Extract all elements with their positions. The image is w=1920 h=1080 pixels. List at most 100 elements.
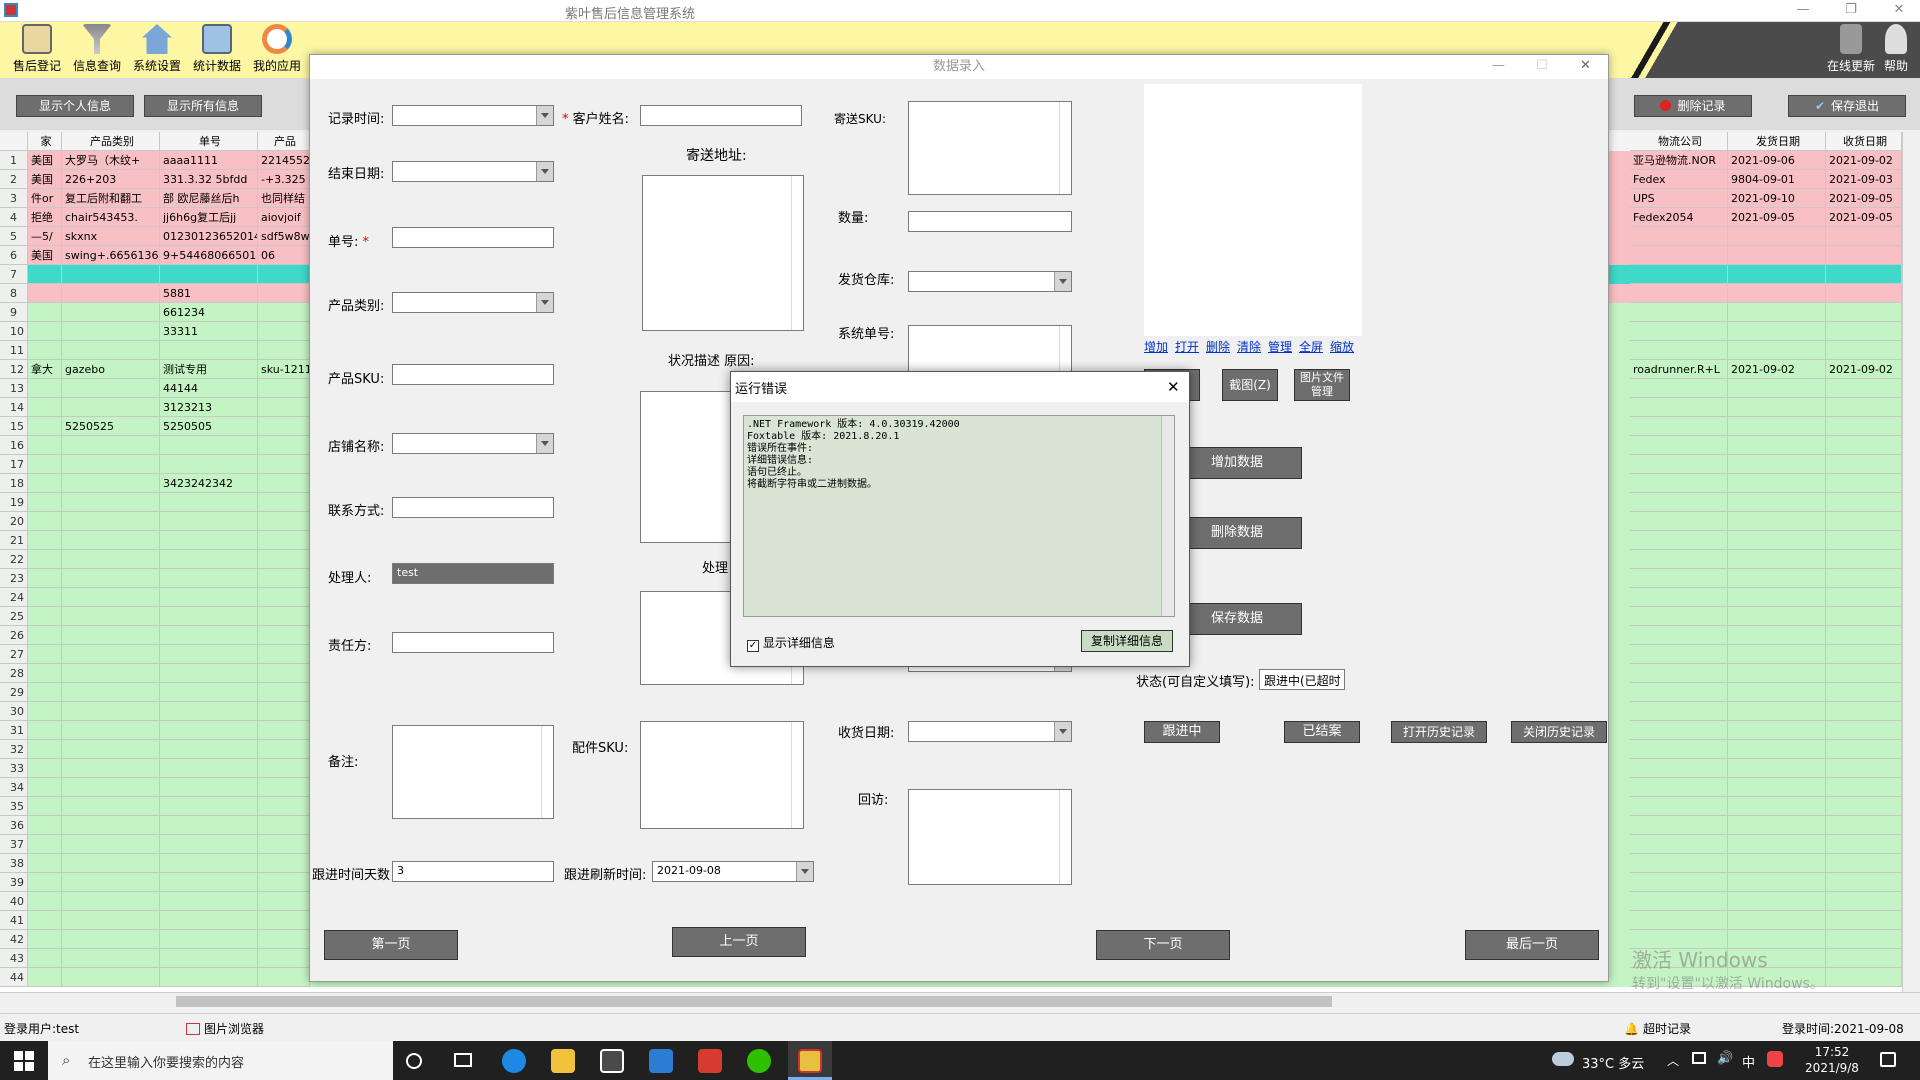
table-cell[interactable] (28, 398, 62, 417)
table-cell[interactable] (1728, 664, 1826, 683)
image-link[interactable]: 缩放 (1330, 338, 1354, 355)
table-cell[interactable] (258, 645, 310, 664)
table-cell[interactable] (1630, 835, 1728, 854)
table-cell[interactable] (258, 854, 310, 873)
header-order-no[interactable]: 单号 (160, 132, 258, 151)
table-cell[interactable] (62, 550, 160, 569)
table-cell[interactable] (1728, 626, 1826, 645)
table-cell[interactable] (1630, 626, 1728, 645)
table-cell[interactable]: gazebo (62, 360, 160, 379)
cortana-icon[interactable] (406, 1053, 422, 1069)
table-cell[interactable]: aiovjoif (258, 208, 310, 227)
table-cell[interactable] (1826, 759, 1902, 778)
table-cell[interactable]: 2021-09-05 (1826, 189, 1902, 208)
table-cell[interactable] (62, 398, 160, 417)
table-cell[interactable] (28, 341, 62, 360)
table-cell[interactable] (1826, 303, 1902, 322)
table-cell[interactable] (1728, 683, 1826, 702)
horizontal-scrollbar-thumb[interactable] (176, 996, 1332, 1007)
header-product-category[interactable]: 产品类别 (62, 132, 160, 151)
toolbar-update-button[interactable]: 在线更新 (1822, 24, 1880, 76)
table-cell[interactable] (62, 835, 160, 854)
table-cell[interactable] (258, 569, 310, 588)
table-cell[interactable]: 2021-09-02 (1728, 360, 1826, 379)
toolbar-help-button[interactable]: 帮助 (1874, 24, 1918, 76)
table-cell[interactable] (160, 341, 258, 360)
table-cell[interactable]: 也同样结 (258, 189, 310, 208)
table-cell[interactable] (62, 911, 160, 930)
table-cell[interactable] (28, 854, 62, 873)
table-cell[interactable] (1826, 474, 1902, 493)
table-cell[interactable] (160, 778, 258, 797)
table-cell[interactable] (62, 607, 160, 626)
table-cell[interactable] (1630, 531, 1728, 550)
table-cell[interactable] (62, 588, 160, 607)
edge-browser-icon[interactable] (502, 1049, 526, 1073)
table-cell[interactable] (1728, 455, 1826, 474)
table-cell[interactable]: 5250505 (160, 417, 258, 436)
table-cell[interactable] (258, 379, 310, 398)
table-cell[interactable] (28, 626, 62, 645)
table-cell[interactable] (28, 493, 62, 512)
table-cell[interactable]: 拒绝 (28, 208, 62, 227)
table-cell[interactable] (62, 740, 160, 759)
save-data-button[interactable]: 保存数据 (1172, 603, 1302, 635)
table-cell[interactable] (1728, 759, 1826, 778)
table-cell[interactable] (160, 569, 258, 588)
table-cell[interactable]: 9+544680665016 (160, 246, 258, 265)
table-cell[interactable] (28, 759, 62, 778)
table-cell[interactable] (28, 645, 62, 664)
table-cell[interactable] (1728, 854, 1826, 873)
warehouse-select[interactable] (908, 271, 1072, 292)
product-category-select[interactable] (392, 292, 554, 313)
handler-input[interactable]: test (392, 563, 554, 584)
table-cell[interactable] (62, 531, 160, 550)
table-cell[interactable] (62, 284, 160, 303)
table-cell[interactable] (258, 417, 310, 436)
table-cell[interactable] (258, 797, 310, 816)
table-cell[interactable] (1826, 949, 1902, 968)
table-cell[interactable] (28, 303, 62, 322)
table-cell[interactable] (62, 949, 160, 968)
table-cell[interactable] (1630, 607, 1728, 626)
table-cell[interactable] (1826, 550, 1902, 569)
table-cell[interactable] (160, 702, 258, 721)
table-cell[interactable] (1728, 892, 1826, 911)
table-cell[interactable]: sdf5w8w (258, 227, 310, 246)
table-cell[interactable] (1728, 227, 1826, 246)
table-cell[interactable] (1728, 417, 1826, 436)
table-cell[interactable] (160, 873, 258, 892)
network-icon[interactable] (1692, 1052, 1706, 1064)
table-cell[interactable] (1630, 816, 1728, 835)
table-cell[interactable] (160, 892, 258, 911)
table-cell[interactable] (258, 550, 310, 569)
open-history-button[interactable]: 打开历史记录 (1391, 721, 1487, 743)
table-cell[interactable] (1826, 246, 1902, 265)
table-cell[interactable] (160, 854, 258, 873)
table-cell[interactable] (258, 949, 310, 968)
table-cell[interactable]: sku-1211 (258, 360, 310, 379)
show-personal-button[interactable]: 显示个人信息 (16, 95, 134, 117)
table-cell[interactable]: 06 (258, 246, 310, 265)
table-cell[interactable]: 5881 (160, 284, 258, 303)
table-cell[interactable]: 美国 (28, 151, 62, 170)
table-cell[interactable]: 拿大 (28, 360, 62, 379)
revisit-textarea[interactable] (908, 789, 1072, 885)
table-cell[interactable] (28, 721, 62, 740)
save-exit-button[interactable]: ✔ 保存退出 (1788, 95, 1906, 117)
table-cell[interactable]: 2021-09-02 (1826, 151, 1902, 170)
table-cell[interactable] (1728, 797, 1826, 816)
table-cell[interactable] (258, 702, 310, 721)
horizontal-scrollbar[interactable] (0, 992, 1920, 1010)
table-cell[interactable] (258, 740, 310, 759)
header-ship-date[interactable]: 发货日期 (1728, 132, 1826, 151)
error-details-text[interactable]: .NET Framework 版本: 4.0.30319.42000 Foxta… (743, 415, 1175, 617)
mail-icon[interactable] (649, 1049, 673, 1073)
follow-refresh-select[interactable]: 2021-09-08 (652, 861, 814, 882)
table-cell[interactable] (160, 930, 258, 949)
status-input[interactable]: 跟进中(已超时 (1259, 669, 1345, 690)
table-cell[interactable] (1630, 683, 1728, 702)
table-cell[interactable] (28, 417, 62, 436)
delete-data-button[interactable]: 删除数据 (1172, 517, 1302, 549)
parts-sku-textarea[interactable] (640, 721, 804, 829)
